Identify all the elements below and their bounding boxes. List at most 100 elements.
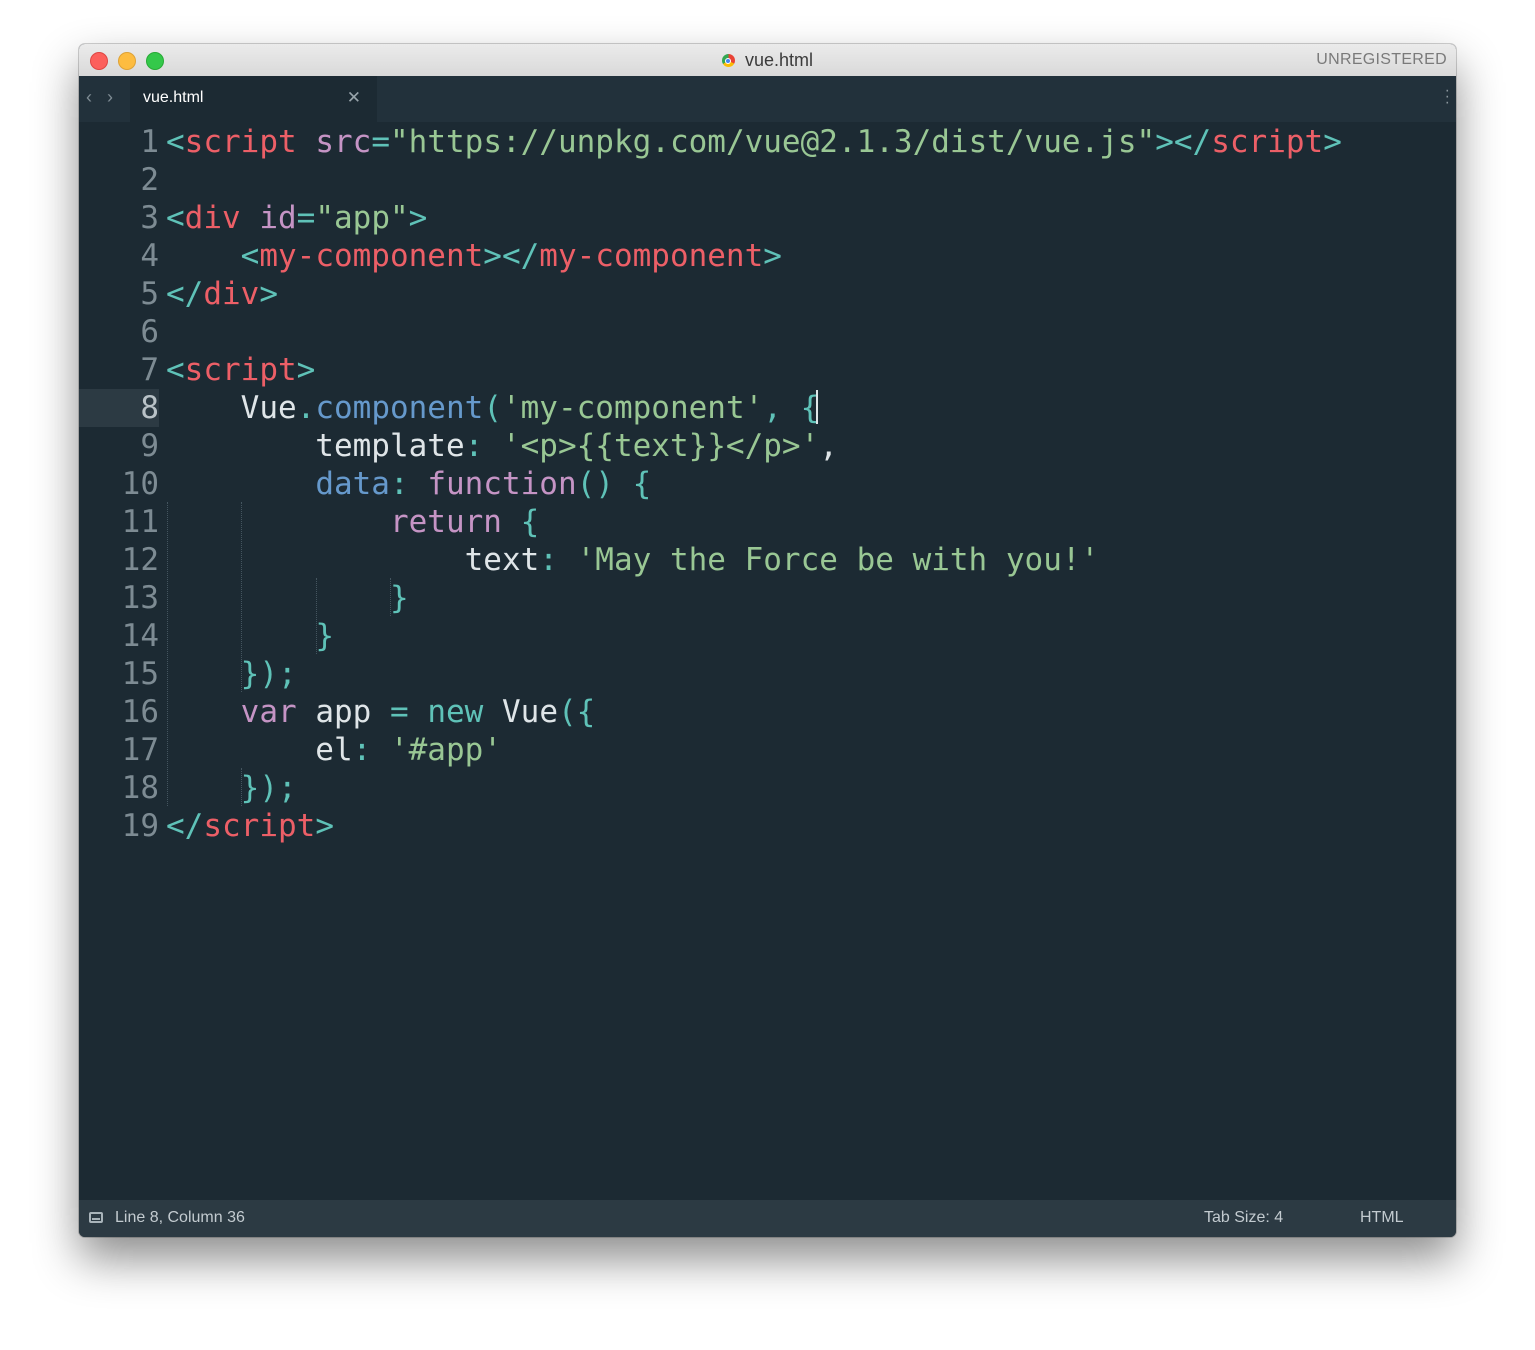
code-token: > (1323, 124, 1342, 160)
code-token: new (427, 694, 484, 730)
tab-vue-html[interactable]: vue.html ✕ (130, 76, 377, 122)
tab-size-selector[interactable]: Tab Size: 4 (1204, 1209, 1283, 1227)
code-token: div (203, 276, 260, 312)
line-number: 10 (79, 465, 159, 503)
close-icon[interactable]: ✕ (347, 88, 361, 108)
code-token: var (240, 694, 297, 730)
code-token: </ (166, 808, 204, 844)
panel-toggle-icon[interactable] (89, 1212, 103, 1223)
tab-label: vue.html (143, 89, 204, 106)
code-line[interactable]: 6 (79, 313, 1456, 351)
chevron-left-icon[interactable]: ‹ (86, 87, 92, 108)
code-token: </ (1173, 124, 1212, 160)
code-text: </script> (166, 807, 334, 845)
code-text: } (166, 579, 409, 617)
code-token: '<p>{{text}}</p>' (501, 428, 820, 464)
code-text: text: 'May the Force be with you!' (166, 541, 1100, 579)
code-token: app (296, 694, 390, 730)
code-line[interactable]: 8 Vue.component('my-component', { (79, 389, 1456, 427)
code-text: var app = new Vue({ (166, 693, 596, 731)
line-number-text: 8 (140, 390, 159, 426)
code-text: Vue.component('my-component', { (166, 389, 819, 427)
code-text: template: '<p>{{text}}</p>', (166, 427, 838, 465)
code-line[interactable]: 18 }); (79, 769, 1456, 807)
code-line[interactable]: 11 return { (79, 503, 1456, 541)
code-editor[interactable]: 1 <script src="https://unpkg.com/vue@2.1.… (79, 122, 1456, 1200)
code-line[interactable]: 7 <script> (79, 351, 1456, 389)
code-token: > (315, 808, 334, 844)
code-line[interactable]: 19 </script> (79, 807, 1456, 845)
code-line[interactable]: 16 var app = new Vue({ (79, 693, 1456, 731)
code-token: script (184, 352, 297, 388)
window-title-text: vue.html (744, 50, 814, 70)
code-token: < (166, 352, 185, 388)
code-line[interactable]: 13 } (79, 579, 1456, 617)
line-number: 16 (79, 693, 159, 731)
editor-window: vue.html UNREGISTERED ‹ › vue.html ✕ · · ·… (79, 44, 1456, 1237)
code-token: template (166, 428, 465, 464)
syntax-selector[interactable]: HTML (1360, 1209, 1404, 1227)
code-text: el: '#app' (166, 731, 502, 769)
code-token: my-component (539, 238, 764, 274)
code-line[interactable]: 9 template: '<p>{{text}}</p>', (79, 427, 1456, 465)
code-token: = (389, 694, 409, 730)
code-text: data: function() { (166, 465, 651, 503)
code-token: , (819, 428, 838, 464)
code-token: > (1155, 124, 1174, 160)
line-number: 18 (79, 769, 159, 807)
code-token: > (763, 238, 782, 274)
cursor-position: Line 8, Column 36 (115, 1209, 245, 1226)
line-number: 14 (79, 617, 159, 655)
code-token: > (408, 200, 428, 236)
code-line[interactable]: 17 el: '#app' (79, 731, 1456, 769)
code-line[interactable]: 4 <my-component></my-component> (79, 237, 1456, 275)
code-line[interactable]: 3 <div id="app"> (79, 199, 1456, 237)
window-title: vue.html (79, 50, 1456, 71)
line-number-text: 9 (140, 428, 159, 464)
code-line[interactable]: 12 text: 'May the Force be with you!' (79, 541, 1456, 579)
code-token: 'my-component' (501, 390, 764, 426)
code-token: }); (240, 656, 297, 692)
code-token: : (464, 428, 484, 464)
code-token: data (315, 466, 390, 502)
chevron-right-icon[interactable]: › (107, 87, 113, 108)
line-number-text: 7 (140, 352, 159, 388)
line-number: 9 (79, 427, 159, 465)
code-token: </ (501, 238, 540, 274)
more-vertical-icon[interactable]: · · · (1445, 83, 1450, 111)
code-line[interactable]: 15 }); (79, 655, 1456, 693)
code-token: < (166, 200, 185, 236)
line-number: 3 (79, 199, 159, 237)
code-token: = (296, 200, 316, 236)
line-number: 12 (79, 541, 159, 579)
code-line[interactable]: 14 } (79, 617, 1456, 655)
line-number-text: 16 (121, 694, 159, 730)
code-token: script (184, 124, 297, 160)
line-number-text: 5 (140, 276, 159, 312)
code-line[interactable]: 2 (79, 161, 1456, 199)
code-token: () (576, 466, 614, 502)
line-number: 19 (79, 807, 159, 845)
chrome-file-icon (721, 54, 735, 67)
code-token: , (763, 390, 782, 426)
code-token: script (1211, 124, 1324, 160)
code-line[interactable]: 1 <script src="https://unpkg.com/vue@2.1.… (79, 123, 1456, 161)
line-number-text: 4 (140, 238, 159, 274)
code-line[interactable]: 5 </div> (79, 275, 1456, 313)
line-number: 17 (79, 731, 159, 769)
tab-bar: ‹ › vue.html ✕ · · · (79, 76, 1456, 122)
line-number: 13 (79, 579, 159, 617)
status-bar: Line 8, Column 36 Tab Size: 4 HTML (79, 1200, 1456, 1237)
line-number: 4 (79, 237, 159, 275)
code-line[interactable]: 10 data: function() { (79, 465, 1456, 503)
code-text: }); (166, 769, 297, 807)
